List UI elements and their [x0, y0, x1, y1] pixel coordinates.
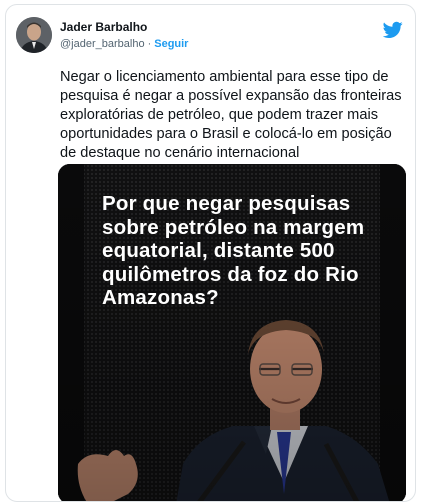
follow-button[interactable]: Seguir: [154, 38, 188, 50]
author-name[interactable]: Jader Barbalho: [60, 20, 147, 34]
twitter-bird-icon[interactable]: [383, 21, 403, 39]
tweet-header: Jader Barbalho @jader_barbalho · Seguir: [16, 15, 405, 59]
media-headline: Por que negar pesquisas sobre petróleo n…: [102, 192, 365, 309]
handle-row: @jader_barbalho · Seguir: [60, 38, 188, 50]
tweet-text: Negar o licenciamento ambiental para ess…: [60, 69, 402, 161]
tweet-card[interactable]: Jader Barbalho @jader_barbalho · Seguir Ne…: [5, 4, 416, 502]
author-handle[interactable]: @jader_barbalho: [60, 38, 145, 50]
avatar[interactable]: [16, 17, 52, 53]
separator-dot: ·: [147, 38, 152, 50]
avatar-image: [16, 17, 52, 53]
tweet-media[interactable]: Por que negar pesquisas sobre petróleo n…: [58, 164, 406, 501]
